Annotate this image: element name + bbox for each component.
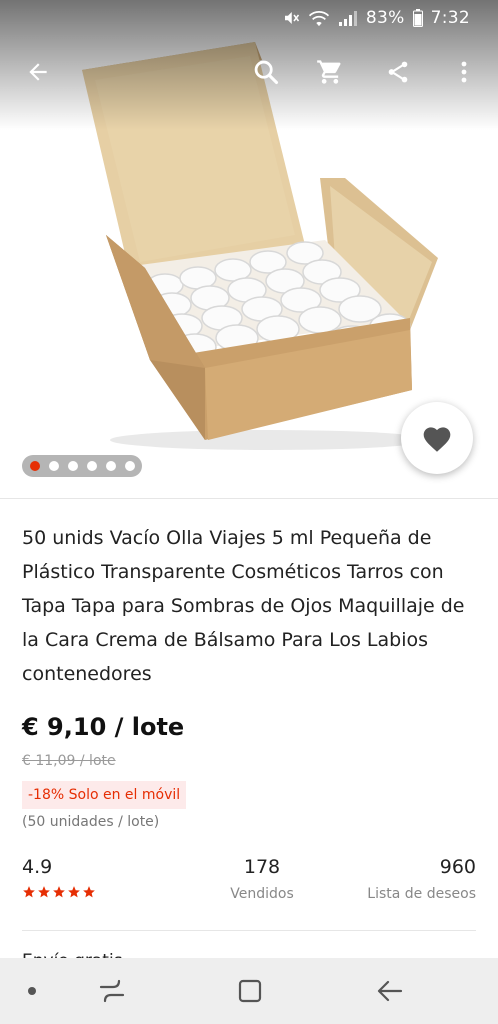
sold-stat[interactable]: 178 Vendidos <box>202 853 322 905</box>
back-button[interactable] <box>14 48 62 96</box>
back-arrow-icon <box>29 63 47 81</box>
recents-icon <box>99 979 125 1003</box>
product-price: € 9,10 / lote <box>22 713 185 741</box>
star-icon <box>23 886 35 898</box>
sold-label: Vendidos <box>230 886 294 902</box>
product-info: 50 unids Vacío Olla Viajes 5 ml Pequeña … <box>0 498 498 833</box>
lot-info: (50 unidades / lote) <box>22 814 160 830</box>
pager-dot[interactable] <box>67 461 78 471</box>
home-button[interactable] <box>226 967 274 1015</box>
cart-button[interactable] <box>306 48 354 96</box>
nav-dot-icon <box>28 987 36 995</box>
favorite-button[interactable] <box>401 402 473 474</box>
section-divider <box>22 930 476 931</box>
star-icon <box>53 886 65 898</box>
wishlist-label: Lista de deseos <box>367 886 476 902</box>
home-icon <box>238 979 262 1003</box>
screen: 83% 7:32 50 unids Vacío Olla Viajes 5 ml… <box>0 0 498 1024</box>
pager-dot-active[interactable] <box>29 461 40 471</box>
cart-icon <box>317 60 341 84</box>
share-button[interactable] <box>374 48 422 96</box>
nav-back-icon <box>377 980 403 1002</box>
wishlist-count: 960 <box>439 856 476 878</box>
sold-count: 178 <box>243 856 281 878</box>
wifi-icon <box>308 9 330 27</box>
star-icon <box>83 886 95 898</box>
share-icon <box>388 61 408 83</box>
heart-icon <box>423 427 451 452</box>
nav-back-button[interactable] <box>366 967 414 1015</box>
rating-value: 4.9 <box>22 856 53 878</box>
product-title: 50 unids Vacío Olla Viajes 5 ml Pequeña … <box>22 527 465 685</box>
gallery-pager[interactable] <box>22 455 142 477</box>
rating-stat[interactable]: 4.9 <box>22 853 96 899</box>
search-button[interactable] <box>242 48 290 96</box>
search-icon <box>254 60 279 85</box>
system-nav-bar <box>0 958 498 1024</box>
app-toolbar <box>0 44 498 100</box>
wishlist-stat[interactable]: 960 Lista de deseos <box>367 853 476 905</box>
pager-dot[interactable] <box>48 461 59 471</box>
star-icon <box>38 886 50 898</box>
original-price: € 11,09 / lote <box>22 753 116 769</box>
more-options-button[interactable] <box>440 48 488 96</box>
status-bar: 83% 7:32 <box>0 0 498 36</box>
stats-row: 4.9 178 Vendidos 960 Lista de deseos <box>22 853 476 913</box>
battery-icon <box>412 9 423 27</box>
recents-button[interactable] <box>88 967 136 1015</box>
pager-dot[interactable] <box>86 461 97 471</box>
more-vert-icon <box>461 61 467 83</box>
nav-dot-button[interactable] <box>8 967 56 1015</box>
mute-icon <box>282 9 300 27</box>
pager-dot[interactable] <box>105 461 116 471</box>
pager-dot[interactable] <box>124 461 135 471</box>
clock: 7:32 <box>430 8 470 28</box>
discount-badge: -18% Solo en el móvil <box>22 781 187 809</box>
battery-level: 83% <box>365 8 405 28</box>
rating-stars <box>22 885 96 899</box>
star-icon <box>68 886 80 898</box>
signal-icon <box>338 9 358 27</box>
